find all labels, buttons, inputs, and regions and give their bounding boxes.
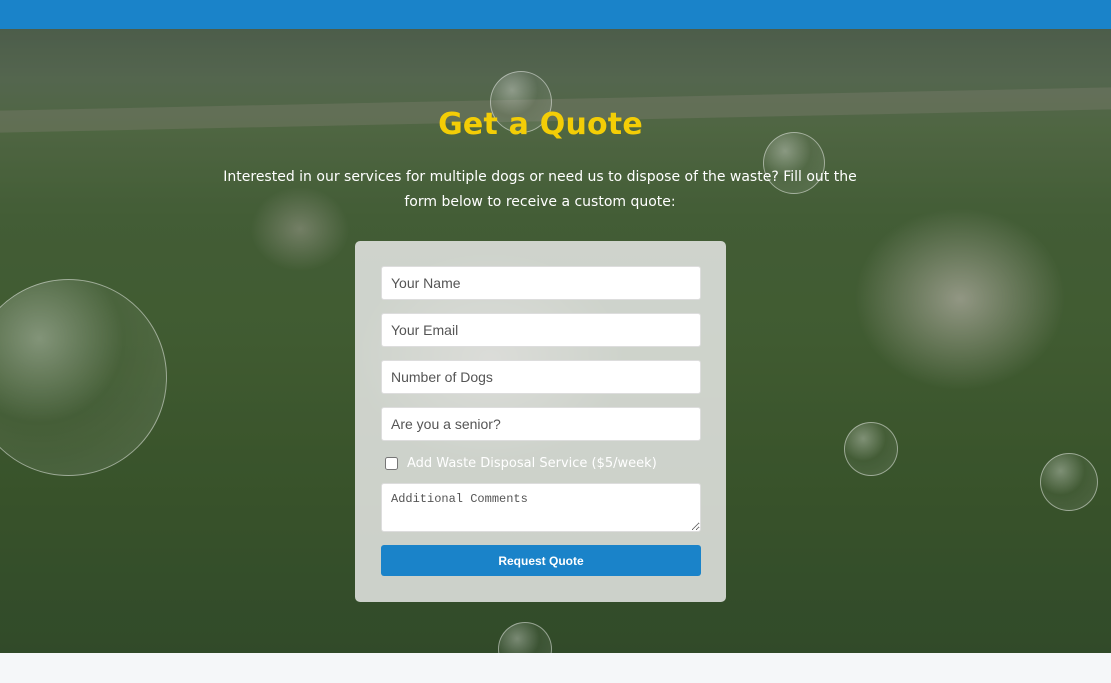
page-bottom-section — [0, 653, 1111, 683]
bubble-decoration — [1040, 453, 1098, 511]
bubble-decoration — [844, 422, 898, 476]
email-input[interactable] — [381, 313, 701, 347]
waste-disposal-checkbox[interactable] — [385, 456, 398, 470]
waste-disposal-label: Add Waste Disposal Service ($5/week) — [407, 455, 657, 471]
name-input[interactable] — [381, 266, 701, 300]
intro-text: Interested in our services for multiple … — [223, 169, 857, 210]
page-title: Get a Quote — [438, 107, 643, 142]
top-header-bar — [0, 0, 1111, 29]
additional-comments-field[interactable] — [381, 483, 701, 532]
quote-form: Add Waste Disposal Service ($5/week) Req… — [355, 241, 726, 602]
senior-input[interactable] — [381, 407, 701, 441]
waste-disposal-option[interactable]: Add Waste Disposal Service ($5/week) — [385, 454, 657, 472]
number-of-dogs-input[interactable] — [381, 360, 701, 394]
request-quote-button[interactable]: Request Quote — [381, 545, 701, 576]
quote-hero-section: Get a Quote Interested in our services f… — [0, 29, 1111, 653]
